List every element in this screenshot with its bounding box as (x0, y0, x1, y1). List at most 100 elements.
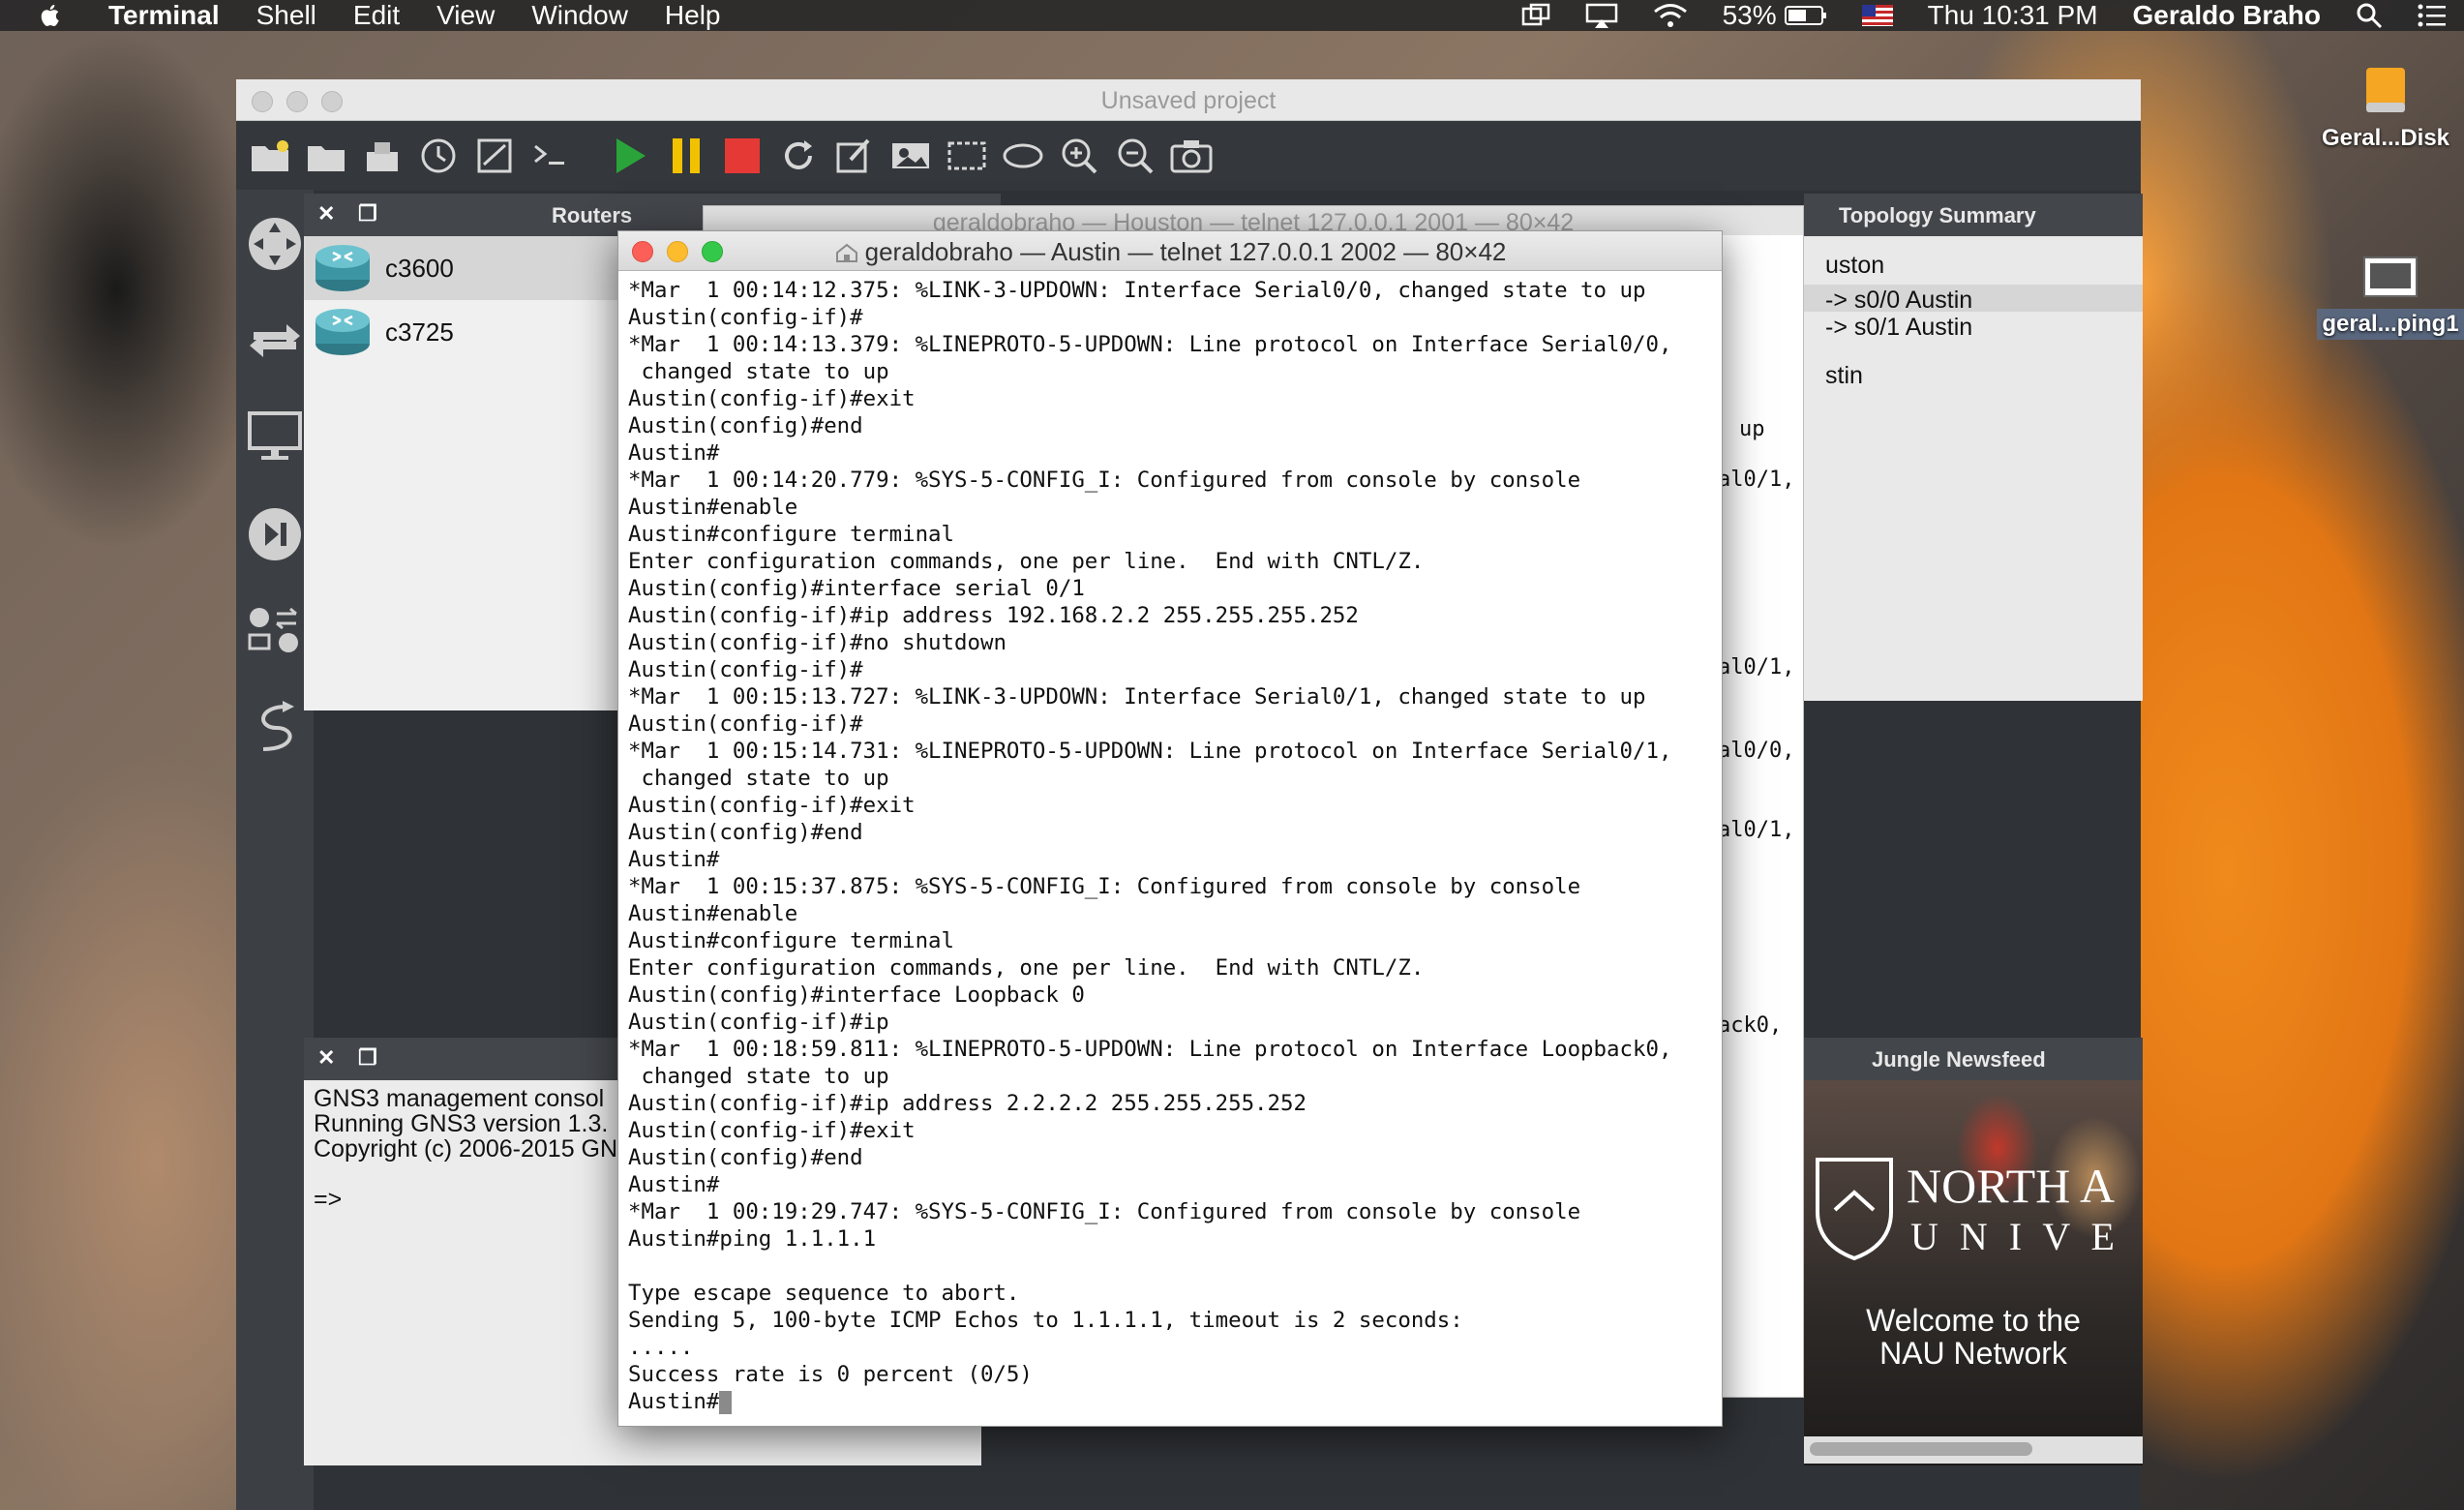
monitor-icon (248, 411, 302, 460)
zoom-out-button[interactable] (1113, 134, 1157, 178)
routers-panel-close-icon[interactable]: ✕ (317, 203, 339, 225)
router-icon (316, 309, 370, 355)
terminal-line: Austin(config-if)#ip address 2.2.2.2 255… (628, 1091, 1307, 1116)
terminal-line: changed state to up (628, 1064, 889, 1089)
spotlight-search-icon[interactable] (2356, 2, 2383, 29)
houston-text-fragment: ack0, (1718, 1013, 1783, 1038)
menu-clock[interactable]: Thu 10:31 PM (1928, 0, 2098, 31)
newsfeed-scroll-thumb[interactable] (1810, 1442, 2032, 1456)
zoom-out-icon (1118, 138, 1154, 174)
terminal-line: Austin(config)#interface Loopback 0 (628, 982, 1085, 1008)
save-project-button[interactable] (360, 134, 405, 178)
browse-routers-button[interactable] (236, 196, 314, 292)
menu-bar: Terminal Shell Edit View Window Help 53%… (0, 0, 2464, 31)
newsfeed-scrollbar[interactable] (1804, 1436, 2143, 1464)
menu-help[interactable]: Help (665, 0, 721, 31)
gns3-window-title: Unsaved project (1100, 87, 1277, 114)
terminal-line: Austin(config-if)# (628, 305, 863, 330)
suspend-all-button[interactable] (664, 134, 708, 178)
terminal-line: Austin(config-if)#ip (628, 1010, 889, 1035)
menu-window[interactable]: Window (531, 0, 628, 31)
add-note-button[interactable] (832, 134, 877, 178)
austin-titlebar[interactable]: geraldobraho — Austin — telnet 127.0.0.1… (618, 231, 1722, 271)
terminal-line: Austin(config)#interface serial 0/1 (628, 576, 1085, 601)
router-label-c3600: c3600 (385, 253, 454, 283)
open-project-button[interactable] (304, 134, 348, 178)
add-link-button[interactable] (236, 680, 314, 776)
menu-app-name[interactable]: Terminal (108, 0, 220, 31)
wifi-icon[interactable] (1653, 3, 1688, 28)
terminal-line: Austin(config)#end (628, 413, 863, 438)
terminal-prompt-icon (534, 144, 564, 165)
disk-icon (2366, 68, 2405, 112)
screenshot-file-icon (2363, 257, 2418, 297)
console-all-button[interactable] (528, 134, 573, 178)
topology-summary: uston -> s0/0 Austin -> s0/1 Austin stin (1804, 236, 2143, 701)
clock-icon (421, 138, 456, 173)
airplay-icon[interactable] (1585, 3, 1618, 28)
browse-all-devices-button[interactable] (236, 583, 314, 680)
notification-center-icon[interactable] (2418, 3, 2447, 28)
topology-link[interactable]: -> s0/1 Austin (1825, 314, 1972, 342)
battery-icon[interactable] (1784, 4, 1827, 27)
terminal-line: *Mar 1 00:14:13.379: %LINEPROTO-5-UPDOWN… (628, 332, 1672, 357)
us-flag-icon[interactable] (1861, 5, 1893, 26)
houston-text-fragment: al0/1, (1718, 655, 1795, 680)
screen-mirror-icon[interactable] (1521, 3, 1550, 28)
browse-switches-button[interactable] (236, 292, 314, 389)
routers-panel-float-icon[interactable]: ❐ (358, 203, 379, 225)
stop-all-button[interactable] (720, 134, 765, 178)
terminal-line: Austin(config)#end (628, 1145, 863, 1170)
zoom-in-icon (1062, 138, 1097, 174)
terminal-line: *Mar 1 00:15:14.731: %LINEPROTO-5-UPDOWN… (628, 739, 1672, 764)
browse-security-devices-button[interactable] (236, 486, 314, 583)
terminal-line: Austin(config-if)#no shutdown (628, 630, 1007, 655)
terminal-line: *Mar 1 00:15:37.875: %SYS-5-CONFIG_I: Co… (628, 874, 1581, 899)
austin-terminal-window[interactable]: geraldobraho — Austin — telnet 127.0.0.1… (617, 230, 1723, 1427)
terminal-line: Austin#configure terminal (628, 522, 955, 547)
screenshot-button[interactable] (1169, 134, 1214, 178)
topology-node[interactable]: uston (1825, 252, 1884, 280)
home-folder-icon (835, 243, 857, 262)
newsfeed-banner[interactable]: NORTH A U N I V E Welcome to the NAU Net… (1804, 1080, 2143, 1465)
terminal-line: changed state to up (628, 766, 889, 791)
zoom-in-button[interactable] (1057, 134, 1101, 178)
austin-window-title: geraldobraho — Austin — telnet 127.0.0.1… (618, 237, 1722, 267)
pause-icon (673, 138, 700, 173)
newsfeed-panel-header: Jungle Newsfeed (1804, 1038, 2143, 1080)
apple-menu-icon[interactable] (39, 3, 64, 28)
terminal-line: *Mar 1 00:19:29.747: %SYS-5-CONFIG_I: Co… (628, 1199, 1581, 1224)
terminal-line: Austin(config-if)#ip address 192.168.2.2… (628, 603, 1359, 628)
console-panel-float-icon[interactable]: ❐ (358, 1047, 379, 1069)
reload-all-button[interactable] (776, 134, 821, 178)
router-label-c3725: c3725 (385, 317, 454, 347)
show-interface-labels-button[interactable] (472, 134, 517, 178)
snapshot-button[interactable] (416, 134, 461, 178)
terminal-line: Enter configuration commands, one per li… (628, 549, 1425, 574)
draw-ellipse-button[interactable] (1001, 134, 1045, 178)
battery-percent: 53% (1722, 0, 1777, 30)
menu-shell[interactable]: Shell (256, 0, 316, 31)
desktop-screenshot-file[interactable]: geral...ping1 (2317, 256, 2464, 340)
menu-user-name[interactable]: Geraldo Braho (2133, 0, 2321, 31)
start-all-button[interactable] (608, 134, 652, 178)
router-icon (316, 245, 370, 291)
austin-terminal-output[interactable]: *Mar 1 00:14:12.375: %LINK-3-UPDOWN: Int… (618, 271, 1722, 1415)
desktop-disk[interactable]: Geral...Disk (2313, 64, 2458, 152)
newsfeed-brand-line1: NORTH A (1907, 1159, 2116, 1213)
terminal-line: *Mar 1 00:15:13.727: %LINK-3-UPDOWN: Int… (628, 684, 1646, 710)
newsfeed-welcome-2: NAU Network (1879, 1336, 2067, 1371)
menu-view[interactable]: View (436, 0, 495, 31)
topology-panel-header: Topology Summary (1804, 194, 2143, 236)
console-panel-close-icon[interactable]: ✕ (317, 1047, 339, 1069)
new-folder-icon (252, 140, 288, 171)
topology-node[interactable]: stin (1825, 362, 1863, 390)
menu-edit[interactable]: Edit (353, 0, 400, 31)
topology-link[interactable]: -> s0/0 Austin (1825, 287, 1972, 315)
terminal-line: Austin# (628, 1172, 720, 1197)
insert-picture-button[interactable] (888, 134, 933, 178)
save-icon (367, 142, 398, 171)
browse-end-devices-button[interactable] (236, 389, 314, 486)
new-project-button[interactable] (248, 134, 292, 178)
draw-rectangle-button[interactable] (945, 134, 989, 178)
